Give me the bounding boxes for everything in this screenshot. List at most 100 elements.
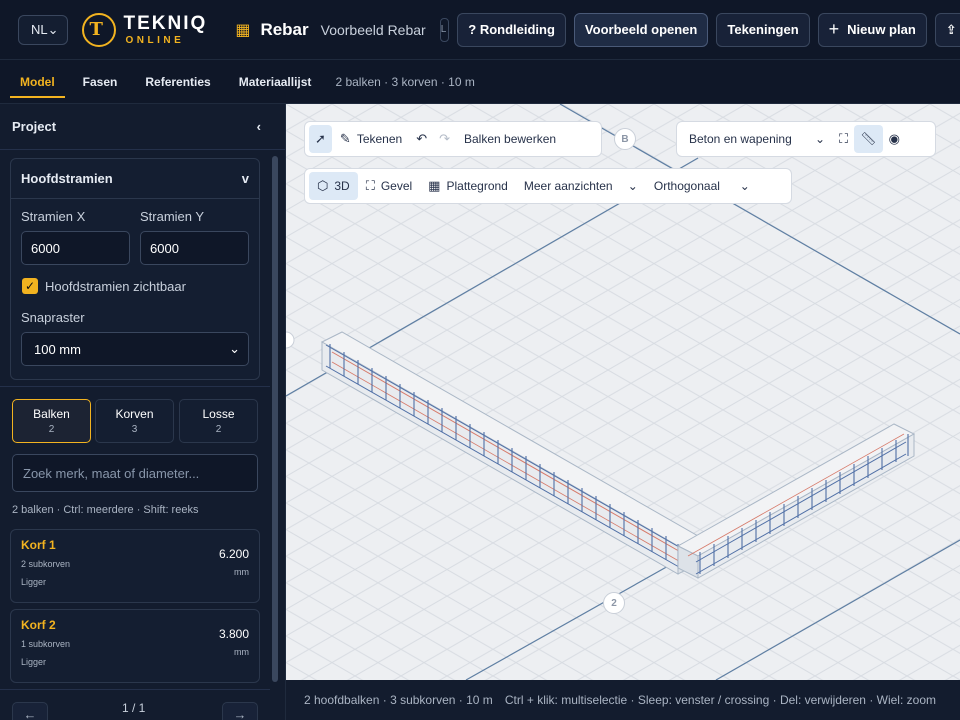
item-length: 3.800 — [218, 627, 249, 641]
floorplan-button[interactable]: ▦ Plattegrond — [420, 172, 516, 200]
snap-value: 100 mm — [34, 341, 81, 357]
tab-model[interactable]: Model — [10, 60, 65, 104]
item-unit: mm — [234, 567, 249, 577]
3d-viewport[interactable]: B 2 ➚ ✎ Tekenen ↶ ↷ Balken bewerken Beto… — [286, 104, 960, 680]
view-3d-label: 3D — [334, 179, 350, 193]
segment-label: Korven — [115, 407, 154, 421]
item-subcount: 2 subkorven — [21, 559, 71, 569]
grid-visible-label: Hoofdstramien zichtbaar — [45, 279, 186, 294]
grid-y-input[interactable]: 6000 — [140, 231, 249, 265]
undo-button[interactable]: ↶ — [410, 125, 433, 153]
logo-wordmark: TEKNIQ — [123, 12, 208, 34]
language-value: NL — [31, 22, 48, 37]
facade-label: Gevel — [380, 179, 413, 193]
segment-label: Losse — [202, 407, 235, 421]
prev-page-button[interactable]: ← — [12, 702, 48, 720]
redo-button[interactable]: ↷ — [433, 125, 456, 153]
expand-icon: ⛶ — [839, 131, 849, 146]
grid-card-title: Hoofdstramien — [21, 171, 113, 186]
grid-icon: ▦ — [428, 178, 441, 193]
section-divider — [0, 386, 270, 387]
grid-visible-checkbox[interactable]: ✓ — [22, 278, 38, 294]
edit-beams-button[interactable]: Balken bewerken — [456, 125, 564, 153]
fit-view-button[interactable]: ⛶ — [833, 125, 854, 153]
draw-tool[interactable]: ✎ Tekenen — [332, 125, 410, 153]
status-bar: 2 hoofdbalken · 3 subkorven · 10 m Ctrl … — [286, 680, 960, 720]
cube-icon: ⬡ — [317, 178, 329, 193]
display-mode-value: Beton en wapening — [689, 132, 792, 146]
logo-mark-icon: T — [81, 12, 116, 47]
search-input[interactable]: Zoek merk, maat of diameter... — [12, 454, 258, 492]
chevron-down-icon: v — [241, 171, 249, 186]
tab-materiaallijst[interactable]: Materiaallijst — [239, 60, 312, 104]
segment-losse[interactable]: Losse 2 — [179, 399, 258, 443]
app-name: Rebar — [260, 19, 309, 39]
selection-hint: 2 balken · Ctrl: meerdere · Shift: reeks — [12, 504, 199, 516]
export-button[interactable]: ⇪ — [934, 12, 960, 47]
visibility-button[interactable]: ◉ — [883, 125, 906, 153]
display-mode-select[interactable]: Beton en wapening ⌄ — [681, 125, 833, 153]
new-plan-label: Nieuw plan — [847, 22, 916, 37]
segment-count: 2 — [48, 424, 55, 435]
pencil-icon: ✎ — [339, 131, 351, 146]
chevron-down-icon: ⌄ — [739, 179, 750, 193]
grid-card-header[interactable]: Hoofdstramien v — [11, 159, 259, 199]
drawings-button[interactable]: Tekeningen — [716, 12, 810, 47]
grid-x-input[interactable]: 6000 — [21, 231, 130, 265]
plus-icon: + — [828, 19, 840, 39]
grid-icon: ▦ — [235, 21, 251, 39]
frame-icon: ⛶ — [365, 178, 375, 193]
grid-marker-2[interactable]: 2 — [603, 592, 625, 614]
next-page-button[interactable]: → — [222, 702, 258, 720]
sidebar-header: Project ‹ — [0, 104, 285, 150]
status-summary: 2 hoofdbalken · 3 subkorven · 10 m — [304, 693, 493, 707]
segment-korven[interactable]: Korven 3 — [95, 399, 174, 443]
segment-count: 3 — [131, 424, 138, 435]
list-item-korf-1[interactable]: Korf 1 2 subkorven Ligger 6.200 mm — [10, 529, 260, 603]
tour-button[interactable]: ? Rondleiding — [457, 12, 566, 47]
select-tool[interactable]: ➚ — [309, 125, 332, 153]
item-type: Ligger — [21, 657, 47, 667]
sidebar-scrollbar[interactable] — [272, 156, 278, 682]
tab-fasen[interactable]: Fasen — [83, 60, 118, 104]
draw-toolbar: ➚ ✎ Tekenen ↶ ↷ Balken bewerken — [304, 121, 602, 157]
segment-balken[interactable]: Balken 2 — [12, 399, 91, 443]
top-bar: NL ⌄ T TEKNIQ ONLINE ▦ Rebar Voorbeeld R… — [0, 0, 960, 60]
status-shortcuts: Ctrl + klik: multiselectie · Sleep: vens… — [504, 693, 936, 707]
ruler-icon: 📏︎ — [860, 131, 877, 146]
snap-select[interactable]: 100 mm ⌄ — [21, 332, 249, 366]
item-name: Korf 1 — [21, 538, 56, 552]
collapse-icon[interactable]: ‹ — [257, 119, 261, 134]
project-sidebar: Project ‹ Hoofdstramien v Stramien X Str… — [0, 104, 286, 720]
new-plan-button[interactable]: + Nieuw plan — [817, 12, 927, 47]
grid-settings-card: Hoofdstramien v Stramien X Stramien Y 60… — [10, 158, 260, 380]
measure-button[interactable]: 📏︎ — [854, 125, 883, 153]
document-mini-field[interactable]: L — [439, 17, 450, 42]
page-label: 1 / 1 — [122, 701, 146, 715]
sidebar-title: Project — [12, 119, 57, 134]
cursor-icon: ➚ — [315, 131, 326, 146]
grid-y-label: Stramien Y — [140, 209, 205, 224]
more-views-label: Meer aanzichten — [523, 179, 613, 193]
language-select[interactable]: NL ⌄ — [18, 14, 68, 45]
list-item-korf-2[interactable]: Korf 2 1 subkorven Ligger 3.800 mm — [10, 609, 260, 683]
item-type: Ligger — [21, 577, 47, 587]
view-toolbar: ⬡ 3D ⛶ Gevel ▦ Plattegrond Meer aanzicht… — [304, 168, 792, 204]
view-3d-button[interactable]: ⬡ 3D — [309, 172, 358, 200]
eye-icon: ◉ — [888, 131, 900, 146]
segment-label: Balken — [33, 407, 70, 421]
redo-icon: ↷ — [439, 131, 450, 146]
chevron-down-icon: ⌄ — [47, 21, 59, 37]
facade-button[interactable]: ⛶ Gevel — [358, 172, 420, 200]
grid-x-label: Stramien X — [21, 209, 86, 224]
item-unit: mm — [234, 647, 249, 657]
main-tabs: Model Fasen Referenties Materiaallijst 2… — [0, 60, 960, 104]
more-views-select[interactable]: Meer aanzichten ⌄ — [516, 172, 646, 200]
segment-count: 2 — [215, 424, 222, 435]
tab-referenties[interactable]: Referenties — [145, 60, 210, 104]
grid-marker-b[interactable]: B — [614, 128, 636, 150]
projection-select[interactable]: Orthogonaal ⌄ — [646, 172, 758, 200]
open-example-button[interactable]: Voorbeeld openen — [573, 12, 709, 47]
document-name[interactable]: Voorbeeld Rebar — [321, 22, 426, 38]
projection-value: Orthogonaal — [653, 179, 720, 193]
